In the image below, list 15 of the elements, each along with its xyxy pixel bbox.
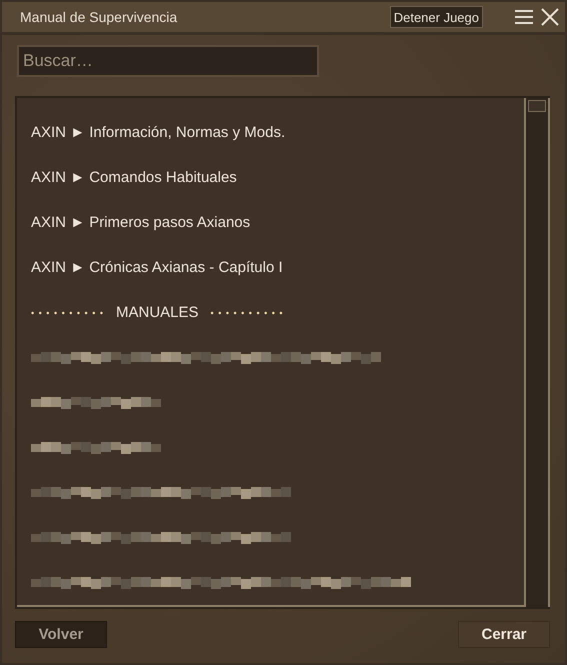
dot-divider: • • • • • • • • • •	[31, 308, 104, 318]
close-button[interactable]: Cerrar	[458, 621, 550, 648]
manual-link[interactable]: AXIN ► Comandos Habituales	[31, 169, 237, 186]
manual-link[interactable]: AXIN ► Primeros pasos Axianos	[31, 214, 250, 231]
scrollbar[interactable]	[526, 98, 550, 607]
close-icon[interactable]	[541, 8, 559, 26]
menu-icon[interactable]	[515, 9, 533, 25]
scrollbar-thumb[interactable]	[528, 100, 546, 112]
search-field[interactable]: Buscar…	[17, 45, 319, 77]
manual-link[interactable]: AXIN ► Crónicas Axianas - Capítulo I	[31, 259, 283, 276]
section-heading: MANUALES	[116, 304, 199, 321]
stop-game-button[interactable]: Detener Juego	[390, 6, 483, 28]
dot-divider: • • • • • • • • • •	[210, 308, 284, 318]
window-title: Manual de Supervivencia	[20, 9, 178, 25]
manual-link[interactable]: AXIN ► Información, Normas y Mods.	[31, 124, 286, 141]
